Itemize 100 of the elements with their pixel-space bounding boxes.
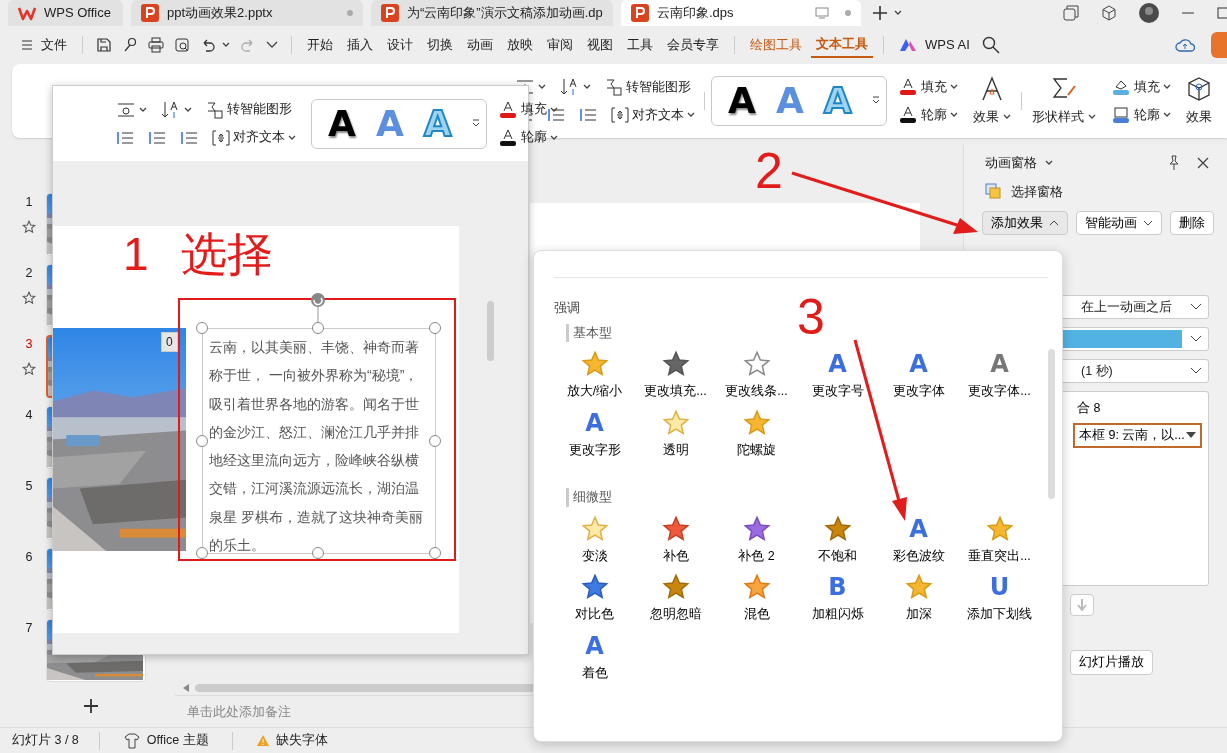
animation-list-item[interactable]: 本框 9: 云南，以...	[1073, 423, 1202, 448]
text-style-option[interactable]: A	[328, 105, 356, 142]
menu-tab[interactable]: 审阅	[542, 33, 578, 57]
menu-tab[interactable]: 工具	[622, 33, 658, 57]
chevron-icon	[1190, 335, 1202, 344]
resize-handle[interactable]	[312, 322, 324, 334]
effect-option[interactable]: 变淡	[554, 514, 635, 566]
effect-option[interactable]: A 更改字号	[797, 350, 878, 401]
animation-list-item[interactable]: 合 8	[1073, 398, 1202, 419]
pane-title[interactable]: 动画窗格	[982, 153, 1056, 174]
effect-option[interactable]: A 彩色波纹	[878, 514, 959, 566]
resize-handle[interactable]	[196, 435, 208, 447]
resize-handle[interactable]	[429, 322, 441, 334]
cloud-upload-icon[interactable]	[1175, 37, 1195, 53]
print-button[interactable]	[145, 35, 167, 55]
effect-option[interactable]: 混色	[716, 573, 797, 624]
effect-option[interactable]: U 添加下划线	[959, 573, 1040, 624]
text-fill-button[interactable]: 填充	[894, 76, 961, 98]
line-spacing-icon	[547, 107, 565, 123]
effect-option[interactable]: 更改填充...	[635, 350, 716, 401]
text-outline-button[interactable]: 轮廓	[494, 127, 561, 148]
effect-option[interactable]: A 更改字体	[878, 350, 959, 401]
text-outline-button[interactable]: 轮廓	[894, 104, 961, 126]
menu-tab[interactable]: 插入	[342, 33, 378, 57]
effect-option[interactable]: 对比色	[554, 573, 635, 624]
slide-number: 3	[25, 336, 33, 353]
theme-button[interactable]: Office 主题	[119, 730, 212, 751]
maximize-icon[interactable]	[1217, 6, 1227, 20]
presentation-file-icon	[141, 4, 159, 22]
missing-font-button[interactable]: 缺失字体	[252, 730, 331, 751]
effect-option[interactable]: 加深	[878, 573, 959, 624]
sync-button[interactable]	[1211, 32, 1227, 58]
document-tab[interactable]: 为“云南印象”演示文稿添加动画.dp	[371, 0, 613, 26]
smart-graphic-button[interactable]: 转智能图形	[203, 99, 295, 120]
shape-outline-button[interactable]: 轮廓	[1107, 104, 1174, 126]
add-effect-button[interactable]: 添加效果	[982, 210, 1068, 236]
effect-option[interactable]: 不饱和	[797, 514, 878, 566]
resize-handle[interactable]	[429, 435, 441, 447]
resize-handle[interactable]	[429, 547, 441, 559]
slide-number: 6	[25, 549, 33, 566]
effect-option[interactable]: 陀螺旋	[716, 409, 797, 460]
menu-tab[interactable]: 文本工具	[811, 32, 873, 58]
gallery-more-icon[interactable]	[871, 96, 880, 106]
shape-fill-button[interactable]: 填充	[1107, 76, 1174, 98]
document-tab[interactable]: 云南印象.dps	[621, 0, 861, 26]
text-fill-button[interactable]: 填充	[494, 99, 561, 120]
file-menu[interactable]: 文件	[16, 33, 72, 57]
caret-icon	[687, 112, 695, 118]
resize-handle[interactable]	[312, 547, 324, 559]
align-text-button[interactable]: 对齐文本	[608, 104, 698, 126]
tile-icon[interactable]	[1063, 5, 1079, 21]
smart-graphic-button[interactable]: 转智能图形	[602, 76, 694, 98]
shape-fill-icon	[1110, 78, 1131, 96]
effect-option[interactable]: 忽明忽暗	[635, 573, 716, 624]
menu-tab[interactable]: 绘图工具	[745, 33, 807, 57]
menu-tab[interactable]: 会员专享	[662, 33, 724, 57]
effect-option[interactable]: 更改线条...	[716, 350, 797, 401]
search-icon	[981, 36, 1000, 54]
slideshow-button[interactable]: 幻灯片播放	[1070, 650, 1153, 675]
effect-option[interactable]: 透明	[635, 409, 716, 460]
menu-tab[interactable]: 视图	[582, 33, 618, 57]
align-text-button[interactable]: 对齐文本	[209, 127, 299, 148]
menu-tab[interactable]: 设计	[382, 33, 418, 57]
chevron-icon	[1190, 303, 1202, 312]
menu-tab[interactable]: 开始	[302, 33, 338, 57]
shape-effects-button[interactable]: 效果	[1181, 75, 1216, 127]
selection-pane-button[interactable]: 选择窗格	[982, 181, 1066, 203]
effect-option[interactable]: B 加粗闪烁	[797, 573, 878, 624]
align-text-icon	[611, 106, 629, 124]
scrollbar-thumb[interactable]	[487, 301, 494, 361]
scroll-left-icon[interactable]	[183, 684, 189, 692]
rotate-handle-icon[interactable]	[309, 292, 327, 322]
effect-option[interactable]: A 着色	[554, 632, 635, 683]
caret-icon	[538, 84, 546, 90]
effect-option[interactable]: 补色 2	[716, 514, 797, 566]
avatar-icon[interactable]	[1139, 3, 1159, 23]
effect-option[interactable]: 补色	[635, 514, 716, 566]
menu-tab[interactable]: 切换	[422, 33, 458, 57]
shape-styles-button[interactable]: 形状样式	[1027, 75, 1100, 127]
pin-icon[interactable]	[1167, 155, 1181, 172]
close-icon[interactable]	[1197, 157, 1209, 170]
delete-button[interactable]: 删除	[1170, 210, 1214, 236]
resize-handle[interactable]	[196, 547, 208, 559]
cube-icon[interactable]	[1101, 5, 1117, 21]
document-tab[interactable]: ppt动画效果2.pptx	[131, 0, 363, 26]
text-direction-icon	[116, 101, 136, 118]
scrollbar-thumb[interactable]	[1048, 349, 1055, 499]
effect-option[interactable]: 放大/缩小	[554, 350, 635, 401]
menu-tab[interactable]: 放映	[502, 33, 538, 57]
effect-option[interactable]: A 更改字形	[554, 409, 635, 460]
gallery-more-icon[interactable]	[471, 118, 480, 129]
document-tab[interactable]: WPS Office	[8, 0, 123, 26]
resize-handle[interactable]	[196, 322, 208, 334]
smart-animation-button[interactable]: 智能动画	[1076, 210, 1162, 236]
effect-option[interactable]: 垂直突出...	[959, 514, 1040, 566]
ai-button[interactable]: WPS AI	[894, 33, 975, 57]
slide-number: 4	[25, 407, 33, 424]
menu-tab[interactable]: 动画	[462, 33, 498, 57]
text-effects-button[interactable]: 效果	[968, 75, 1015, 127]
text-style-option[interactable]: A	[728, 83, 756, 119]
